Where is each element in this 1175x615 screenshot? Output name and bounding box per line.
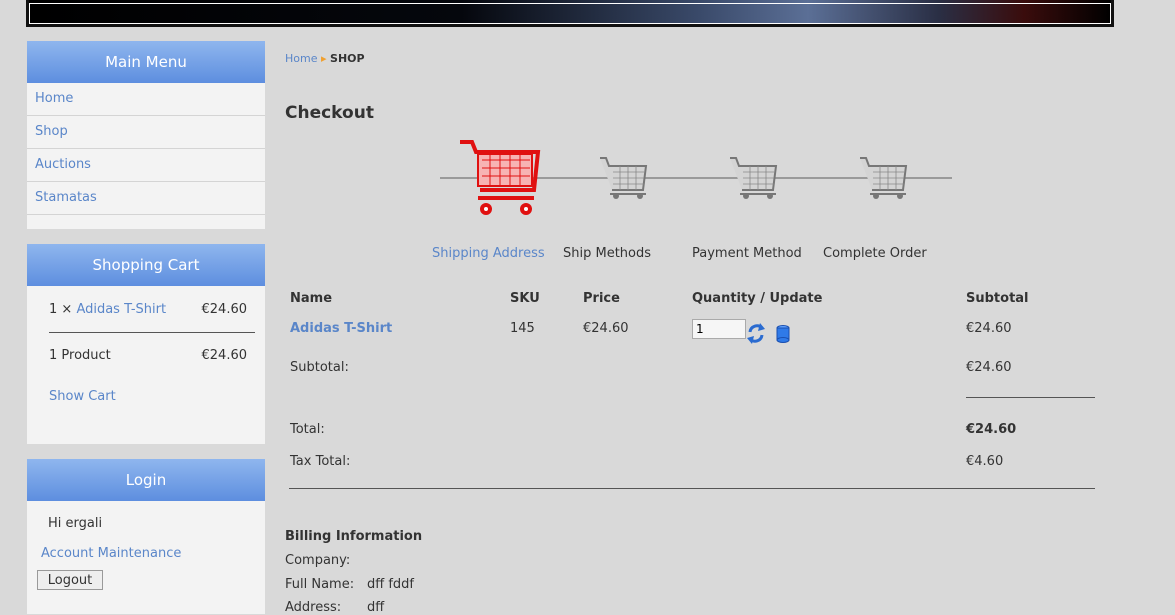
cart-divider bbox=[49, 332, 255, 333]
page-title: Checkout bbox=[285, 103, 374, 123]
cart-item-row: 1 × Adidas T-Shirt €24.60 bbox=[49, 302, 247, 317]
subtotal-value: €24.60 bbox=[966, 360, 1012, 375]
product-sku: 145 bbox=[510, 321, 535, 336]
col-header-subtotal: Subtotal bbox=[966, 291, 1029, 306]
cart-summary-label: 1 Product bbox=[49, 348, 111, 363]
subtotal-divider bbox=[966, 397, 1095, 398]
col-header-quantity: Quantity / Update bbox=[692, 291, 823, 306]
col-header-name: Name bbox=[290, 291, 333, 306]
cart-item-qty: 1 × bbox=[49, 302, 73, 317]
step-shipping-address[interactable]: Shipping Address bbox=[432, 246, 545, 261]
cart-item-price: €24.60 bbox=[201, 302, 248, 317]
subtotal-label: Subtotal: bbox=[290, 360, 349, 375]
breadcrumb-home[interactable]: Home bbox=[285, 52, 317, 65]
billing-company-label: Company: bbox=[285, 553, 351, 568]
tax-total-value: €4.60 bbox=[966, 454, 1004, 469]
cart-summary-price: €24.60 bbox=[201, 348, 248, 363]
billing-address-value: dff bbox=[367, 600, 385, 615]
menu-item-home[interactable]: Home bbox=[27, 83, 265, 116]
total-value: €24.60 bbox=[966, 422, 1017, 437]
breadcrumb-current: SHOP bbox=[330, 52, 365, 65]
account-maintenance-link[interactable]: Account Maintenance bbox=[41, 546, 181, 561]
menu-item-shop[interactable]: Shop bbox=[27, 116, 265, 149]
breadcrumb-separator-icon: ▸ bbox=[320, 52, 327, 65]
product-subtotal: €24.60 bbox=[966, 321, 1012, 336]
total-label: Total: bbox=[290, 422, 325, 437]
breadcrumb: Home ▸ SHOP bbox=[285, 52, 365, 65]
update-refresh-icon[interactable] bbox=[746, 322, 766, 344]
main-menu-title: Main Menu bbox=[27, 41, 265, 83]
cart-item-link[interactable]: Adidas T-Shirt bbox=[76, 302, 166, 317]
billing-fullname-value: dff fddf bbox=[367, 577, 414, 592]
billing-fullname-label: Full Name: bbox=[285, 577, 355, 592]
delete-item-icon[interactable] bbox=[776, 325, 790, 343]
step-complete-order: Complete Order bbox=[823, 246, 927, 261]
step-payment-method: Payment Method bbox=[692, 246, 802, 261]
header-banner bbox=[26, 0, 1114, 27]
logout-button[interactable]: Logout bbox=[37, 570, 103, 590]
main-menu-box: Main Menu Home Shop Auctions Stamatas bbox=[27, 41, 265, 229]
billing-address-label: Address: bbox=[285, 600, 342, 615]
shopping-cart-title: Shopping Cart bbox=[27, 244, 265, 286]
login-title: Login bbox=[27, 459, 265, 501]
step-ship-methods: Ship Methods bbox=[563, 246, 652, 261]
greeting-text: Hi ergali bbox=[48, 516, 103, 531]
show-cart-link[interactable]: Show Cart bbox=[49, 389, 247, 404]
col-header-price: Price bbox=[583, 291, 620, 306]
product-price: €24.60 bbox=[583, 321, 629, 336]
checkout-progress bbox=[440, 140, 952, 215]
shopping-cart-box: Shopping Cart 1 × Adidas T-Shirt €24.60 … bbox=[27, 244, 265, 444]
login-box: Login Hi ergali Account Maintenance Logo… bbox=[27, 459, 265, 614]
billing-title: Billing Information bbox=[285, 529, 423, 544]
menu-item-stamatas[interactable]: Stamatas bbox=[27, 182, 265, 215]
tax-total-label: Tax Total: bbox=[290, 454, 351, 469]
col-header-sku: SKU bbox=[510, 291, 540, 306]
product-name-link[interactable]: Adidas T-Shirt bbox=[290, 321, 392, 336]
table-divider bbox=[289, 488, 1095, 489]
quantity-input[interactable] bbox=[692, 319, 746, 339]
cart-summary-row: 1 Product €24.60 bbox=[49, 348, 247, 363]
menu-item-auctions[interactable]: Auctions bbox=[27, 149, 265, 182]
